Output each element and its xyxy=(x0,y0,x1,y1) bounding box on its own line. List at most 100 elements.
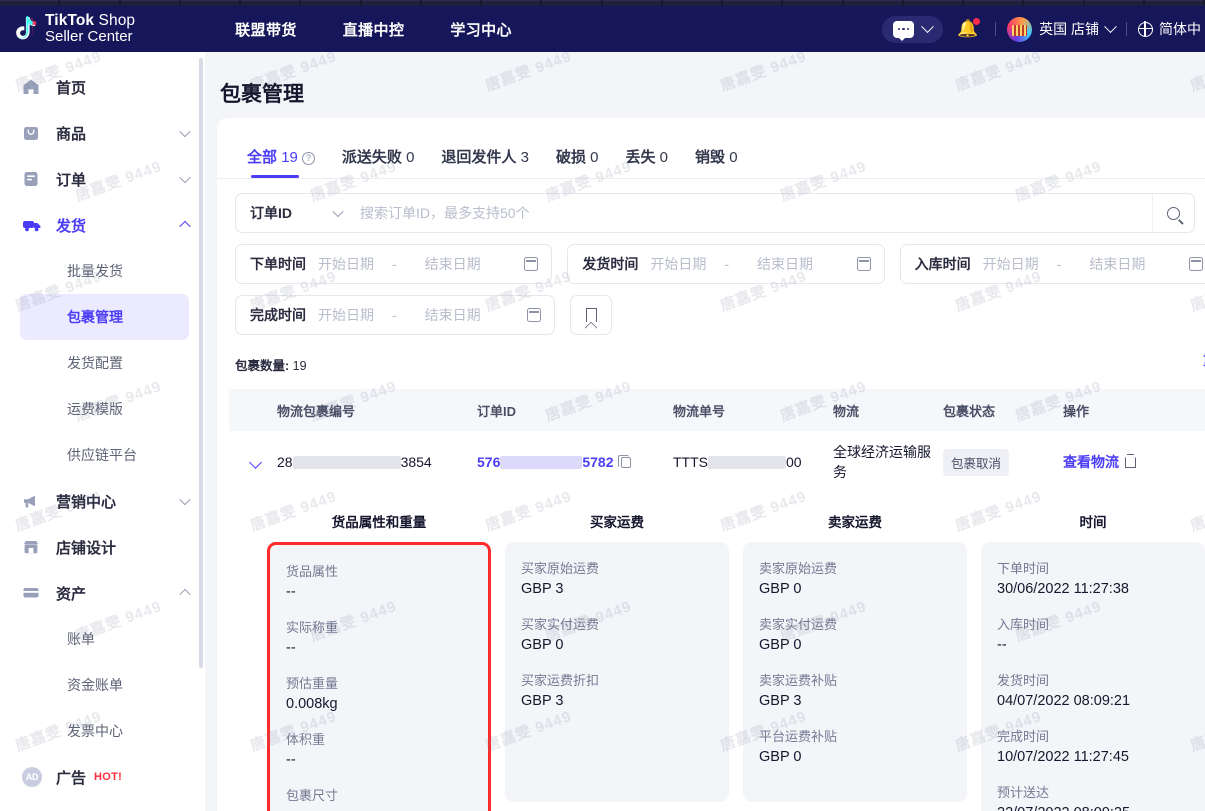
divider xyxy=(1126,22,1127,36)
redacted-text xyxy=(708,456,786,469)
tab-returned-to-sender[interactable]: 退回发件人 3 xyxy=(441,146,529,178)
ship-time-filter[interactable]: 发货时间 开始日期 - 结束日期 xyxy=(567,244,885,284)
sidebar-item-assets[interactable]: 资产 xyxy=(0,570,205,616)
search-button[interactable] xyxy=(1152,194,1194,232)
detail-value: GBP 3 xyxy=(521,693,564,709)
content-card: 全部 19? 派送失败 0 退回发件人 3 破损 0 丢失 0 销毁 0 订单I… xyxy=(217,118,1205,811)
cell-order-id[interactable]: 576 5782 xyxy=(477,454,673,470)
calendar-icon[interactable] xyxy=(1188,257,1203,271)
external-link-icon[interactable] xyxy=(1125,454,1136,468)
nav-link-affiliate[interactable]: 联盟带货 xyxy=(235,19,297,40)
tab-lost[interactable]: 丢失 0 xyxy=(625,146,668,178)
nav-link-live[interactable]: 直播中控 xyxy=(343,19,405,40)
filter-label: 发货时间 xyxy=(582,256,639,272)
detail-column-title: 货品属性和重量 xyxy=(331,515,427,530)
messages-button[interactable] xyxy=(881,15,943,43)
truck-icon xyxy=(22,217,44,233)
sidebar: 首页 商品 订单 发货 批量发货 包裹管理 发货配置 运费模版 供应链平台 营销… xyxy=(0,52,205,811)
calendar-icon[interactable] xyxy=(856,257,871,271)
chevron-down-icon xyxy=(179,493,191,506)
end-date-placeholder[interactable]: 结束日期 xyxy=(757,254,813,274)
tab-damaged[interactable]: 破损 0 xyxy=(556,146,599,178)
end-date-placeholder[interactable]: 结束日期 xyxy=(425,305,481,325)
nav-link-academy[interactable]: 学习中心 xyxy=(450,19,512,40)
bookmark-icon xyxy=(584,308,598,329)
brand-line-2: Seller Center xyxy=(45,28,133,46)
top-navigation-bar: TikTok Shop Seller Center 联盟带货 直播中控 学习中心… xyxy=(0,6,1205,52)
column-header-status: 包裹状态 xyxy=(943,403,996,419)
sidebar-scrollbar[interactable] xyxy=(199,58,203,668)
detail-label: 实际称重 xyxy=(286,620,339,635)
tab-delivery-failed[interactable]: 派送失败 0 xyxy=(342,146,415,178)
start-date-placeholder[interactable]: 开始日期 xyxy=(318,254,374,274)
search-field-select-label[interactable]: 订单ID xyxy=(236,203,292,223)
view-logistics-link[interactable]: 查看物流 xyxy=(1063,454,1119,470)
sidebar-item-home[interactable]: 首页 xyxy=(0,64,205,110)
divider xyxy=(995,22,997,36)
language-switcher[interactable]: 简体中 xyxy=(1137,19,1201,39)
detail-value: GBP 0 xyxy=(521,637,564,653)
sidebar-label: 资产 xyxy=(56,585,87,603)
hot-badge: HOT! xyxy=(94,771,123,783)
notifications-button[interactable]: 🔔 xyxy=(957,18,981,39)
detail-label: 买家运费折扣 xyxy=(521,673,600,688)
parcel-count: 包裹数量: 19 xyxy=(235,359,307,373)
status-badge: 包裹取消 xyxy=(943,448,1010,476)
top-nav-links: 联盟带货 直播中控 学习中心 xyxy=(235,19,512,40)
calendar-icon[interactable] xyxy=(527,308,541,322)
detail-label: 包裹尺寸 xyxy=(286,788,339,803)
help-icon[interactable]: ? xyxy=(301,151,315,165)
shop-switcher[interactable]: 英国 店铺 xyxy=(1007,16,1117,42)
sidebar-label: 首页 xyxy=(56,79,87,97)
start-date-placeholder[interactable]: 开始日期 xyxy=(983,254,1039,274)
sidebar-item-products[interactable]: 商品 xyxy=(0,110,205,156)
sidebar-label: 发货 xyxy=(56,217,87,235)
sidebar-subitem-bills[interactable]: 账单 xyxy=(20,616,189,662)
search-input[interactable] xyxy=(342,205,1152,221)
start-date-placeholder[interactable]: 开始日期 xyxy=(650,254,706,274)
top-nav-right-cluster: 🔔 英国 店铺 简体中 xyxy=(881,15,1205,43)
sidebar-label: 营销中心 xyxy=(56,493,117,511)
detail-value: 0.008kg xyxy=(286,696,338,712)
detail-label: 预估重量 xyxy=(286,676,339,691)
sidebar-item-shipping[interactable]: 发货 xyxy=(0,202,205,248)
copy-icon[interactable] xyxy=(617,454,631,468)
detail-value: -- xyxy=(286,752,296,768)
sidebar-subitem-invoice-center[interactable]: 发票中心 xyxy=(20,708,189,754)
sidebar-subitem-parcel-management[interactable]: 包裹管理 xyxy=(20,294,189,340)
chevron-up-icon xyxy=(179,588,191,601)
tab-destroyed[interactable]: 销毁 0 xyxy=(695,146,738,178)
column-header-order-id: 订单ID xyxy=(477,403,517,419)
complete-time-filter[interactable]: 完成时间 开始日期 - 结束日期 xyxy=(235,295,555,335)
sidebar-subitem-supply-chain[interactable]: 供应链平台 xyxy=(20,432,189,478)
tab-all[interactable]: 全部 19? xyxy=(247,146,315,178)
save-filter-button[interactable] xyxy=(570,295,612,335)
warehouse-time-filter[interactable]: 入库时间 开始日期 - 结束日期 xyxy=(899,244,1205,284)
app-root: TikTok Shop Seller Center 联盟带货 直播中控 学习中心… xyxy=(0,0,1205,811)
chevron-down-icon xyxy=(179,171,191,184)
column-header-tracking-no: 物流单号 xyxy=(673,403,726,419)
message-bubble-icon xyxy=(892,20,914,41)
sidebar-subitem-bulk-ship[interactable]: 批量发货 xyxy=(20,248,189,294)
detail-column-seller-freight: 卖家运费 卖家原始运费 GBP 0 卖家实付运费 GBP 0 卖家运费补贴 GB… xyxy=(743,511,967,811)
sidebar-subitem-fund-bills[interactable]: 资金账单 xyxy=(20,662,189,708)
calendar-icon[interactable] xyxy=(524,257,539,271)
sidebar-label: 店铺设计 xyxy=(56,539,117,557)
end-date-placeholder[interactable]: 结束日期 xyxy=(1089,254,1145,274)
detail-value: -- xyxy=(286,584,296,600)
sidebar-item-marketing[interactable]: 营销中心 xyxy=(0,478,205,524)
start-date-placeholder[interactable]: 开始日期 xyxy=(318,305,374,325)
sidebar-subitem-freight-template[interactable]: 运费模版 xyxy=(20,386,189,432)
detail-column-title: 买家运费 xyxy=(590,515,644,530)
detail-value: GBP 3 xyxy=(521,581,564,597)
sidebar-subitem-shipping-config[interactable]: 发货配置 xyxy=(20,340,189,386)
sidebar-item-ads[interactable]: AD 广告 HOT! xyxy=(0,754,205,800)
order-icon xyxy=(22,170,44,188)
sidebar-item-shop-design[interactable]: 店铺设计 xyxy=(0,524,205,570)
end-date-placeholder[interactable]: 结束日期 xyxy=(425,254,481,274)
detail-box: 卖家原始运费 GBP 0 卖家实付运费 GBP 0 卖家运费补贴 GBP 3 平… xyxy=(743,542,967,802)
sidebar-item-orders[interactable]: 订单 xyxy=(0,156,205,202)
order-time-filter[interactable]: 下单时间 开始日期 - 结束日期 xyxy=(235,244,553,284)
brand-logo[interactable]: TikTok Shop Seller Center xyxy=(12,12,135,46)
detail-box-highlighted: 货品属性 -- 实际称重 -- 预估重量 0.008kg 体积重 -- 包裹尺寸… xyxy=(267,542,491,811)
